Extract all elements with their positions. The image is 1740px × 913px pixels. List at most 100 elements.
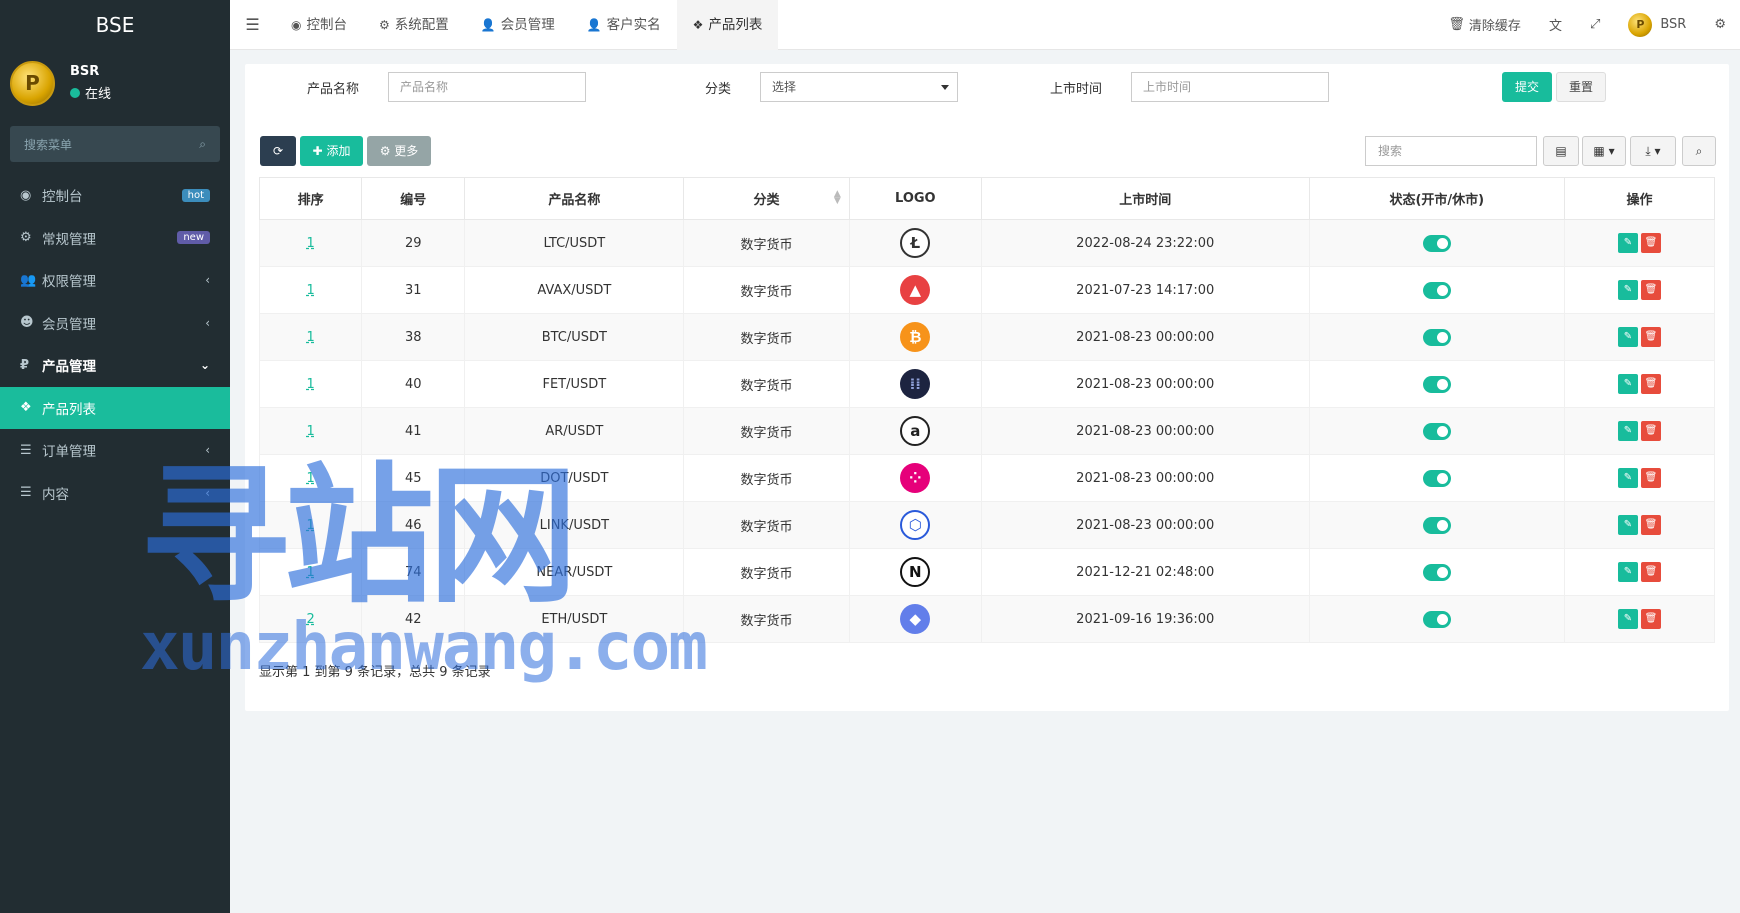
reset-button[interactable]: 重置 <box>1556 72 1606 102</box>
delete-button[interactable]: 🗑 <box>1640 421 1661 441</box>
cell-category: 数字货币 <box>683 266 850 314</box>
column-header: 产品名称 <box>464 177 685 220</box>
delete-button[interactable]: 🗑 <box>1640 515 1661 535</box>
table-search-input[interactable]: 搜索 <box>1365 136 1537 166</box>
delete-button[interactable]: 🗑 <box>1640 280 1661 300</box>
sort-edit-link[interactable]: 1 <box>306 424 314 439</box>
menu-toggle-icon[interactable]: ☰ <box>230 15 275 34</box>
edit-button[interactable]: ✎ <box>1617 374 1638 394</box>
clear-cache-button[interactable]: 🗑 清除缓存 <box>1434 15 1535 34</box>
delete-button[interactable]: 🗑 <box>1640 233 1661 253</box>
more-button[interactable]: ⚙ 更多 <box>367 136 431 166</box>
status-toggle[interactable] <box>1422 328 1451 346</box>
sort-icon[interactable]: ▲ ▼ <box>834 190 841 206</box>
sidebar-item-6[interactable]: ☰ 订单管理 ‹ <box>0 429 230 472</box>
status-toggle[interactable] <box>1422 469 1451 487</box>
table-row: 1 45 DOT/USDT 数字货币 ⁘ 2021-08-23 00:00:00 ✎ 🗑 <box>258 454 1716 502</box>
sidebar-item-1[interactable]: ⚙ 常规管理 new <box>0 217 230 260</box>
search-toggle-button[interactable]: ⌕ <box>1682 136 1716 166</box>
user-circle-icon: ☻ <box>20 315 34 331</box>
sidebar-search-input[interactable]: 搜索菜单 ⌕ <box>10 126 220 162</box>
cell-name: DOT/USDT <box>464 454 685 502</box>
delete-button[interactable]: 🗑 <box>1640 562 1661 582</box>
filter-category-select[interactable]: 选择 <box>760 72 958 102</box>
edit-button[interactable]: ✎ <box>1617 280 1638 300</box>
edit-button[interactable]: ✎ <box>1617 327 1638 347</box>
search-icon[interactable]: ⌕ <box>199 137 206 152</box>
sort-edit-link[interactable]: 1 <box>306 236 314 251</box>
sidebar-item-2[interactable]: 👥 权限管理 ‹ <box>0 259 230 302</box>
caret-down-icon <box>941 85 949 90</box>
sidebar-item-label: 内容 <box>42 486 69 503</box>
sort-edit-link[interactable]: 1 <box>306 518 314 533</box>
list-icon: ☰ <box>20 442 32 458</box>
status-toggle[interactable] <box>1422 563 1451 581</box>
sidebar-item-5[interactable]: ❖ 产品列表 <box>0 386 230 429</box>
refresh-button[interactable]: ⟳ <box>260 136 296 166</box>
add-button[interactable]: ✚ 添加 <box>300 136 363 166</box>
sidebar-item-0[interactable]: ◉ 控制台 hot <box>0 174 230 217</box>
sort-edit-link[interactable]: 1 <box>306 330 314 345</box>
chevron-icon: ‹ <box>205 273 210 288</box>
avalanche-logo: ▲ <box>900 275 931 305</box>
cell-category: 数字货币 <box>683 501 850 549</box>
table-row: 1 41 AR/USDT 数字货币 a 2021-08-23 00:00:00 ✎ 🗑 <box>258 407 1716 455</box>
user-menu[interactable]: P BSR <box>1614 12 1700 37</box>
status-toggle[interactable] <box>1422 234 1451 252</box>
tab-3[interactable]: 👤 客户实名 <box>571 0 677 50</box>
filter-time-input[interactable]: 上市时间 <box>1131 72 1329 102</box>
list-icon: ☰ <box>20 485 32 501</box>
fullscreen-icon[interactable]: ⤢ <box>1576 17 1614 32</box>
edit-button[interactable]: ✎ <box>1617 562 1638 582</box>
fetch-ai-logo: ⁞⁞ <box>900 369 931 399</box>
edit-button[interactable]: ✎ <box>1617 515 1638 535</box>
status-toggle[interactable] <box>1422 516 1451 534</box>
tab-1[interactable]: ⚙ 系统配置 <box>363 0 465 50</box>
cell-id: 29 <box>361 219 466 267</box>
edit-button[interactable]: ✎ <box>1617 468 1638 488</box>
delete-button[interactable]: 🗑 <box>1640 609 1661 629</box>
status-toggle[interactable] <box>1422 281 1451 299</box>
edit-button[interactable]: ✎ <box>1617 233 1638 253</box>
columns-button[interactable]: ▦ ▾ <box>1582 136 1626 166</box>
export-button[interactable]: ⤓ ▾ <box>1630 136 1676 166</box>
cogs-icon[interactable]: ⚙ <box>1700 17 1740 32</box>
sort-edit-link[interactable]: 1 <box>306 471 314 486</box>
table-row: 1 31 AVAX/USDT 数字货币 ▲ 2021-07-23 14:17:00 ✎ 🗑 <box>258 266 1716 314</box>
toggle-view-button[interactable]: ▤ <box>1543 136 1579 166</box>
cogs-icon: ⚙ <box>20 230 32 246</box>
table-row: 1 29 LTC/USDT 数字货币 Ł 2022-08-24 23:22:00 ✎ 🗑 <box>258 219 1716 267</box>
sidebar-item-4[interactable]: ₽ 产品管理 ⌄ <box>0 344 230 387</box>
edit-button[interactable]: ✎ <box>1617 609 1638 629</box>
status-badge: new <box>177 231 210 245</box>
cell-id: 40 <box>361 360 466 408</box>
tab-2[interactable]: 👤 会员管理 <box>465 0 571 50</box>
delete-button[interactable]: 🗑 <box>1640 374 1661 394</box>
trash-icon: 🗑 <box>1644 378 1658 389</box>
trash-icon: 🗑 <box>1644 425 1658 436</box>
status-toggle[interactable] <box>1422 422 1451 440</box>
language-icon[interactable]: 文 <box>1535 15 1576 34</box>
sort-edit-link[interactable]: 1 <box>306 565 314 580</box>
status-badge: hot <box>181 188 210 202</box>
sort-edit-link[interactable]: 1 <box>306 283 314 298</box>
sort-edit-link[interactable]: 2 <box>306 612 314 627</box>
filter-name-input[interactable]: 产品名称 <box>388 72 586 102</box>
trash-icon: 🗑 <box>1644 566 1658 577</box>
bitcoin-logo: ₿ <box>900 322 931 352</box>
delete-button[interactable]: 🗑 <box>1640 468 1661 488</box>
sort-edit-link[interactable]: 1 <box>306 377 314 392</box>
cell-category: 数字货币 <box>683 313 850 361</box>
edit-button[interactable]: ✎ <box>1617 421 1638 441</box>
tab-0[interactable]: ◉ 控制台 <box>275 0 363 50</box>
brand-logo[interactable]: BSE <box>0 0 230 50</box>
column-header[interactable]: 分类 ▲ ▼ <box>683 177 850 220</box>
pencil-icon: ✎ <box>1623 237 1633 248</box>
delete-button[interactable]: 🗑 <box>1640 327 1661 347</box>
status-toggle[interactable] <box>1422 375 1451 393</box>
submit-button[interactable]: 提交 <box>1502 72 1552 102</box>
tab-4[interactable]: ❖ 产品列表 <box>676 0 779 50</box>
sidebar-item-7[interactable]: ☰ 内容 ‹ <box>0 472 230 515</box>
status-toggle[interactable] <box>1422 610 1451 628</box>
sidebar-item-3[interactable]: ☻ 会员管理 ‹ <box>0 302 230 345</box>
